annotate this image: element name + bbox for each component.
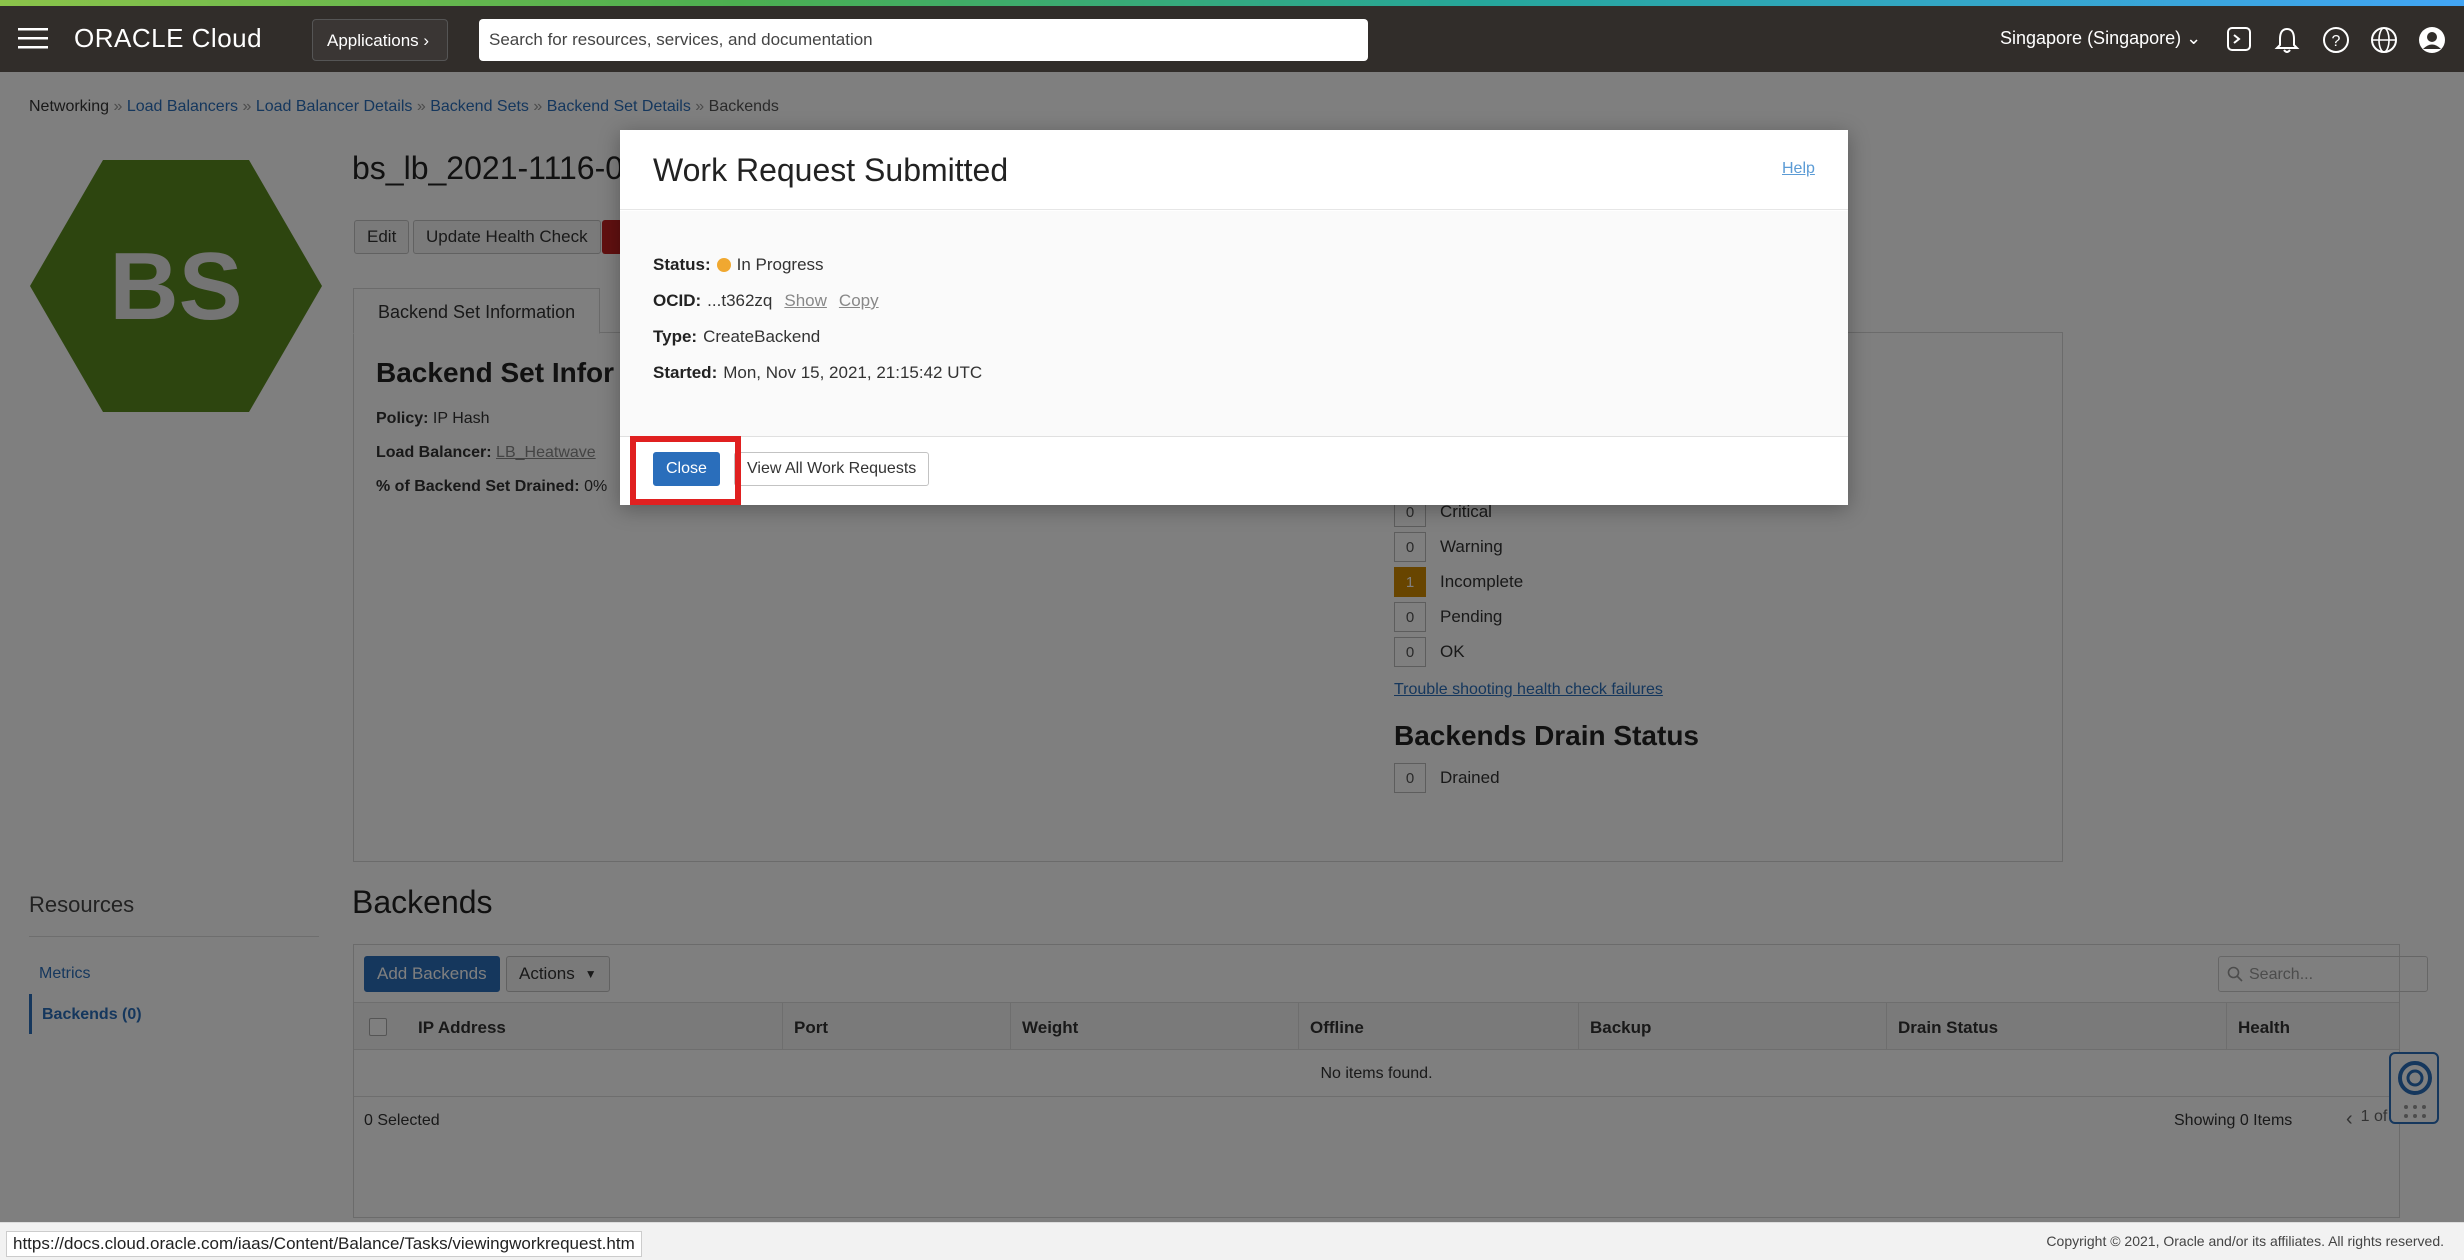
region-selector[interactable]: Singapore (Singapore) ⌄ [2000, 28, 2201, 49]
close-highlight-box [630, 436, 741, 505]
help-icon[interactable]: ? [2322, 26, 2350, 54]
globe-icon[interactable] [2370, 26, 2398, 54]
user-icon[interactable] [2418, 26, 2446, 54]
status-label: Status: [653, 255, 711, 274]
type-row: Type: CreateBackend [653, 327, 820, 347]
copyright: Copyright © 2021, Oracle and/or its affi… [2046, 1233, 2444, 1249]
ocid-copy-link[interactable]: Copy [839, 291, 879, 311]
work-request-modal: Work Request Submitted Help Status: In P… [620, 130, 1848, 505]
chevron-down-icon: ⌄ [2186, 28, 2202, 48]
modal-body: Status: In Progress OCID: ...t362zq Show… [620, 211, 1848, 436]
modal-header: Work Request Submitted Help [620, 130, 1848, 210]
ocid-label: OCID: [653, 291, 702, 310]
ocid-row: OCID: ...t362zq Show Copy [653, 291, 879, 311]
menu-icon[interactable] [18, 28, 48, 50]
oracle-cloud-logo[interactable]: ORACLE Cloud [74, 23, 262, 54]
region-label: Singapore (Singapore) [2000, 28, 2182, 48]
applications-button[interactable]: Applications › [312, 19, 448, 61]
status-bar: https://docs.cloud.oracle.com/iaas/Conte… [0, 1222, 2464, 1260]
started-label: Started: [653, 363, 718, 382]
cloud-shell-icon[interactable] [2226, 26, 2252, 52]
status-value: In Progress [736, 255, 824, 274]
global-search-input[interactable]: Search for resources, services, and docu… [479, 19, 1368, 61]
top-header: ORACLE Cloud Applications › Search for r… [0, 6, 2464, 72]
status-url: https://docs.cloud.oracle.com/iaas/Conte… [6, 1231, 642, 1257]
status-dot-icon [716, 258, 731, 272]
started-value: Mon, Nov 15, 2021, 21:15:42 UTC [723, 363, 983, 382]
type-value: CreateBackend [703, 327, 821, 346]
view-all-work-requests-button[interactable]: View All Work Requests [734, 452, 930, 486]
ocid-show-link[interactable]: Show [784, 291, 827, 311]
status-row: Status: In Progress [653, 255, 824, 275]
svg-text:?: ? [2332, 33, 2341, 50]
started-row: Started: Mon, Nov 15, 2021, 21:15:42 UTC [653, 363, 982, 383]
bell-icon[interactable] [2274, 26, 2300, 54]
type-label: Type: [653, 327, 698, 346]
modal-footer: Close View All Work Requests [620, 436, 1848, 505]
ocid-value: ...t362zq [707, 291, 773, 310]
modal-title: Work Request Submitted [653, 152, 1009, 188]
help-link[interactable]: Help [1782, 160, 1815, 178]
